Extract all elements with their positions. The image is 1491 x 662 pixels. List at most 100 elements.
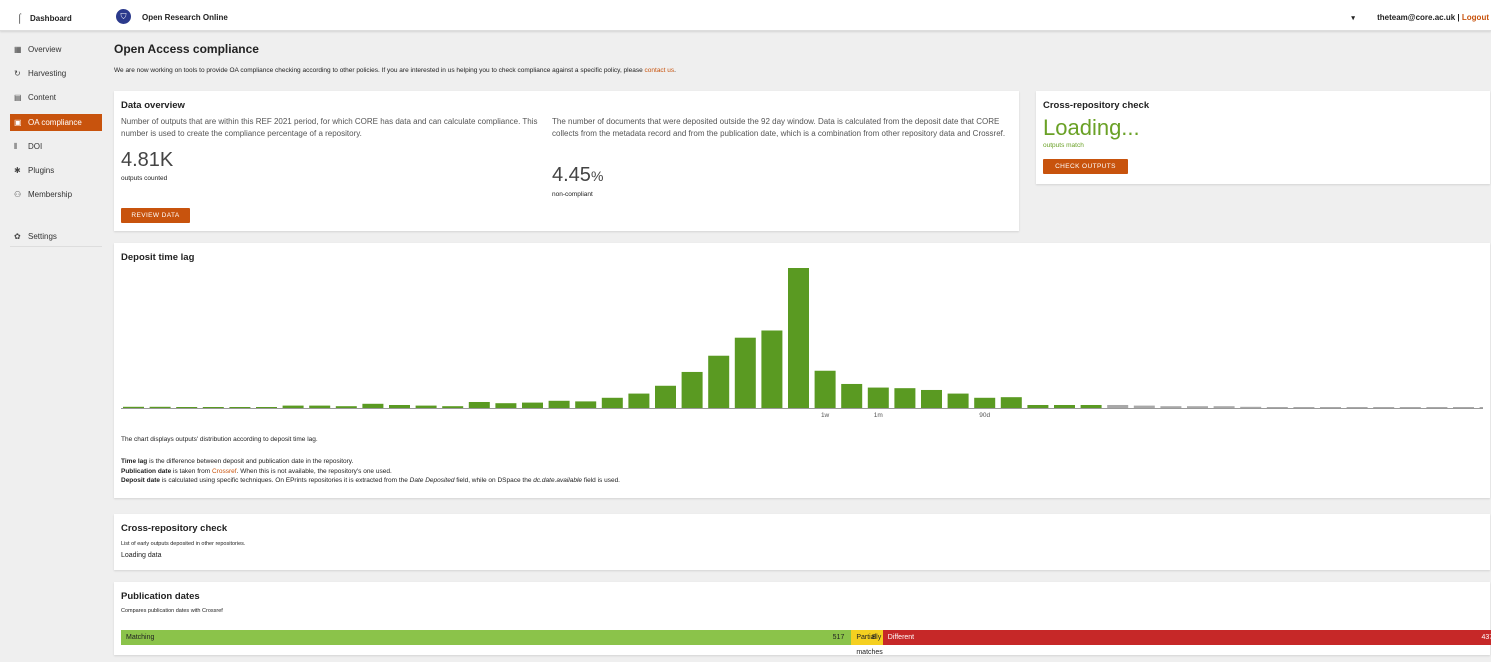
noncompliant-description: The number of documents that were deposi… xyxy=(552,117,1006,138)
chart-bar[interactable] xyxy=(1000,397,1022,408)
sidebar-item-content[interactable]: ▤ Content xyxy=(10,89,102,106)
chart-bar[interactable] xyxy=(229,407,251,408)
sidebar-item-settings[interactable]: ✿ Settings xyxy=(10,228,102,245)
chart-bar[interactable] xyxy=(734,337,756,408)
different-segment[interactable]: Different 437 xyxy=(882,630,1491,645)
chart-bar[interactable] xyxy=(1080,404,1102,408)
chart-bar[interactable] xyxy=(841,383,863,408)
sidebar-item-plugins[interactable]: ✱ Plugins xyxy=(10,162,102,179)
chart-bar[interactable] xyxy=(947,393,969,408)
x-tick-label: 1w xyxy=(821,412,830,419)
chart-description: The chart displays outputs' distribution… xyxy=(121,436,318,443)
segment-count: 8 xyxy=(871,634,876,641)
noncompliant-caption: non-compliant xyxy=(552,191,593,198)
chart-bar[interactable] xyxy=(867,387,889,408)
chart-bar[interactable] xyxy=(1426,407,1448,408)
partially-matches-segment[interactable]: Partially matches 8 xyxy=(851,630,883,656)
segment-count: 437 xyxy=(1481,634,1491,641)
chart-bar[interactable] xyxy=(1373,407,1395,408)
chart-bar[interactable] xyxy=(176,407,198,408)
chart-bar[interactable] xyxy=(1320,407,1341,408)
contact-us-link[interactable]: contact us xyxy=(645,67,675,74)
chart-bar[interactable] xyxy=(788,268,809,408)
sidebar-item-label: Settings xyxy=(28,232,57,241)
publication-dates-title: Publication dates xyxy=(121,591,200,602)
chart-bar[interactable] xyxy=(1399,407,1421,408)
deposit-date-text-mid: field, while on DSpace the xyxy=(454,477,534,484)
chart-bar[interactable] xyxy=(389,404,410,408)
check-outputs-button[interactable]: CHECK OUTPUTS xyxy=(1043,159,1128,174)
chart-bar[interactable] xyxy=(522,402,543,408)
publication-date-term: Publication date xyxy=(121,467,172,475)
chart-bar[interactable] xyxy=(708,355,730,408)
publication-date-note: Publication date is taken from Crossref.… xyxy=(121,467,620,477)
publication-dates-bar: Matching 517 Partially matches 8 Different… xyxy=(121,630,1491,656)
sidebar-item-label: OA compliance xyxy=(28,118,82,127)
chart-bar[interactable] xyxy=(1293,407,1315,408)
chart-bar[interactable] xyxy=(442,406,464,408)
deposit-time-lag-card: Deposit time lag 1w 1m 90d The chart displ… xyxy=(114,243,1490,498)
chart-bar[interactable] xyxy=(548,400,570,408)
chart-bar[interactable] xyxy=(335,406,357,408)
harvesting-icon: ↻ xyxy=(14,69,21,78)
intro-end: . xyxy=(674,67,676,74)
chart-bar[interactable] xyxy=(1266,407,1288,408)
sidebar-item-oa-compliance[interactable]: ▣ OA compliance xyxy=(10,114,102,131)
chart-bar[interactable] xyxy=(601,397,623,408)
chart-bar[interactable] xyxy=(814,370,836,408)
organization-logo-icon: ⛉ xyxy=(116,9,131,24)
chart-bar[interactable] xyxy=(921,389,942,408)
sidebar-item-overview[interactable]: ▦ Overview xyxy=(10,41,102,58)
user-email[interactable]: theteam@core.ac.uk xyxy=(1377,13,1455,22)
chart-bar[interactable] xyxy=(1160,406,1182,408)
publication-date-text: is taken from xyxy=(171,467,213,475)
chart-bar[interactable] xyxy=(1213,406,1235,408)
chart-bar[interactable] xyxy=(495,403,517,408)
crossref-link[interactable]: Crossref xyxy=(212,468,237,475)
dashboard-link[interactable]: ⌠ Dashboard xyxy=(17,13,72,23)
publication-dates-subtitle: Compares publication dates with Crossref xyxy=(121,608,223,614)
sidebar-item-membership[interactable]: ⚇ Membership xyxy=(10,186,102,203)
dropdown-caret-icon[interactable]: ▾ xyxy=(1351,15,1355,22)
chart-bar[interactable] xyxy=(575,401,597,408)
deposit-time-lag-chart: 1w 1m 90d xyxy=(121,268,1483,419)
chart-bar[interactable] xyxy=(468,401,490,408)
chart-bar[interactable] xyxy=(974,397,996,408)
chart-bar[interactable] xyxy=(1187,406,1208,408)
page-title: Open Access compliance xyxy=(114,42,259,56)
chart-bar[interactable] xyxy=(1479,407,1483,408)
review-data-button[interactable]: REVIEW DATA xyxy=(121,208,190,223)
people-icon: ⚇ xyxy=(14,190,22,199)
chart-bar[interactable] xyxy=(309,405,331,408)
chart-bar[interactable] xyxy=(1453,407,1474,408)
segment-label: Matching xyxy=(126,634,155,641)
chart-bar[interactable] xyxy=(256,407,277,408)
chart-bar[interactable] xyxy=(1107,404,1129,408)
organization-name[interactable]: Open Research Online xyxy=(142,13,228,22)
deposit-date-note: Deposit date is calculated using specifi… xyxy=(121,476,620,486)
chart-bar[interactable] xyxy=(1027,404,1049,408)
sidebar-item-label: Membership xyxy=(28,190,73,199)
chart-bar[interactable] xyxy=(681,371,703,408)
sidebar-item-harvesting[interactable]: ↻ Harvesting xyxy=(10,65,102,82)
chart-bar[interactable] xyxy=(415,405,437,408)
chart-bar[interactable] xyxy=(149,406,171,408)
chart-bar[interactable] xyxy=(202,407,224,408)
chart-bar[interactable] xyxy=(894,388,916,408)
chart-bar[interactable] xyxy=(1240,406,1262,408)
chart-bar[interactable] xyxy=(628,393,650,408)
sidebar-item-doi[interactable]: ⦀ DOI xyxy=(10,138,102,155)
chart-bar[interactable] xyxy=(1346,407,1368,408)
chart-bar[interactable] xyxy=(655,385,676,408)
chart-bar[interactable] xyxy=(123,406,144,408)
matching-segment[interactable]: Matching 517 xyxy=(121,630,852,645)
logout-link[interactable]: Logout xyxy=(1462,13,1489,22)
chart-bar[interactable] xyxy=(1054,404,1075,408)
chart-bar[interactable] xyxy=(282,405,304,408)
cross-repository-card: Cross-repository check Loading... output… xyxy=(1036,91,1490,184)
dc-date-available-field: dc.date.available xyxy=(533,477,583,484)
chart-bar[interactable] xyxy=(362,403,384,408)
time-lag-note: Time lag is the difference between depos… xyxy=(121,457,620,467)
chart-bar[interactable] xyxy=(1133,405,1155,408)
chart-bar[interactable] xyxy=(761,330,783,408)
